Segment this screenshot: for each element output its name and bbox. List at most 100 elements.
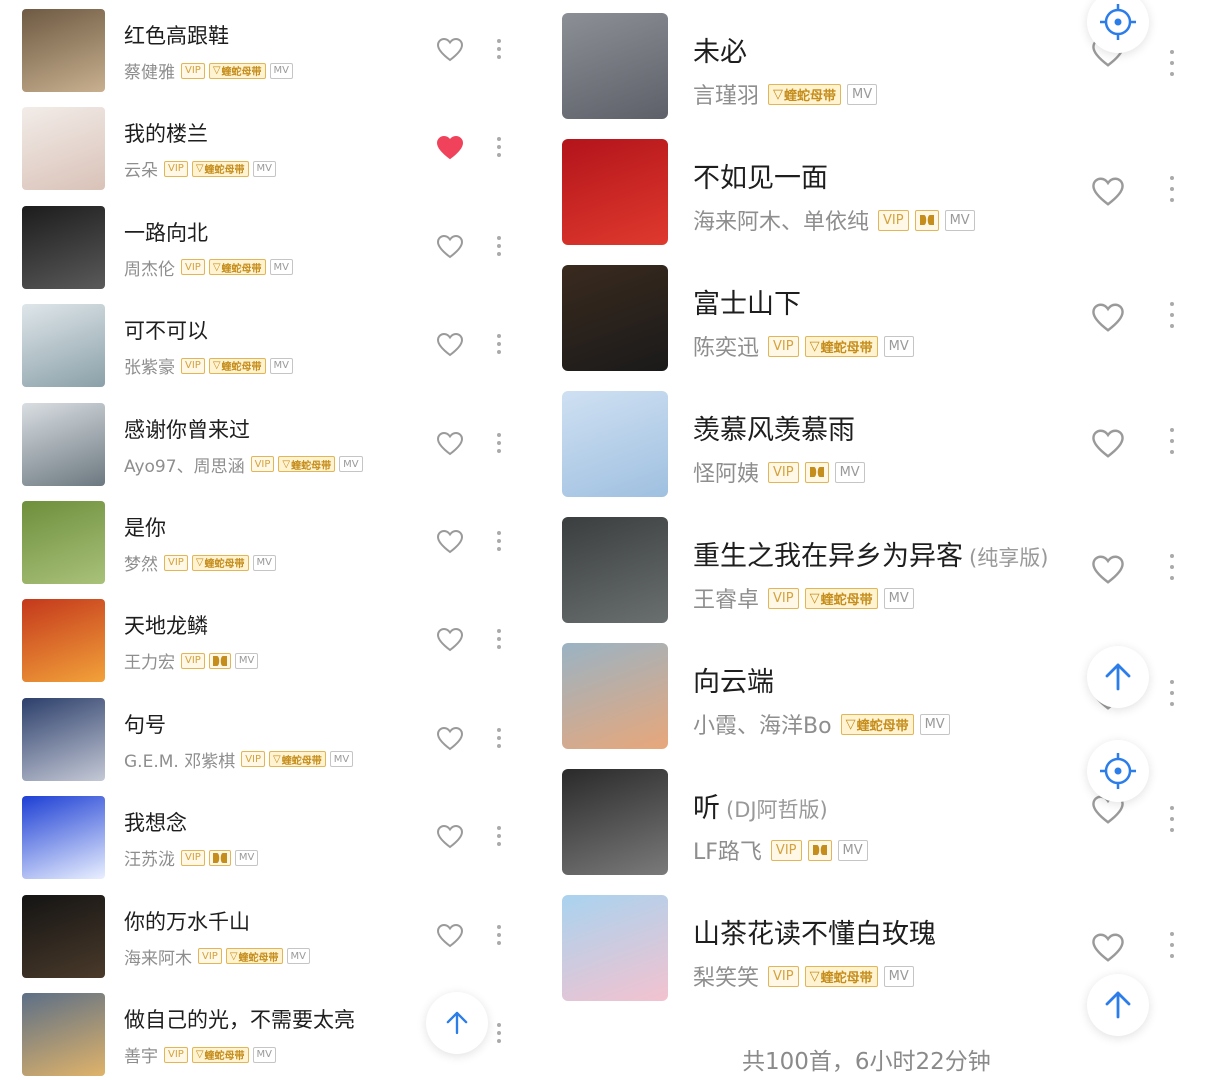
more-options-icon[interactable]: [1170, 932, 1176, 958]
more-options-icon[interactable]: [1170, 554, 1176, 580]
heart-icon[interactable]: [436, 431, 464, 456]
song-meta: 海来阿木 VIP ▽ 蝰蛇母带 MV: [124, 944, 314, 969]
more-options-icon[interactable]: [497, 531, 503, 551]
heart-icon[interactable]: [436, 726, 464, 751]
badge-label: VIP: [773, 464, 794, 480]
heart-icon[interactable]: [436, 529, 464, 554]
song-row[interactable]: 羡慕风羡慕雨 怪阿姨 VIP MV: [548, 378, 1216, 504]
song-meta: 怪阿姨 VIP MV: [693, 456, 871, 488]
song-title-text: 我的楼兰: [124, 122, 208, 147]
song-row[interactable]: 天地龙鳞 王力宏 VIP MV: [0, 590, 530, 688]
scroll-top-button[interactable]: [426, 992, 488, 1054]
viper-icon: ▽: [212, 360, 221, 372]
more-options-icon[interactable]: [497, 924, 503, 945]
song-meta: G.E.M. 邓紫棋 VIP ▽ 蝰蛇母带 MV: [124, 747, 357, 772]
badge-label: 蝰蛇母带: [281, 755, 322, 767]
song-title: 天地龙鳞: [124, 610, 208, 640]
viper-master-badge: ▽ 蝰蛇母带: [191, 1046, 249, 1063]
artist-name: 善宇: [124, 1047, 158, 1067]
vip-badge: VIP: [768, 335, 799, 357]
more-options-icon[interactable]: [1170, 302, 1176, 328]
liked-heart-icon[interactable]: [436, 135, 464, 160]
song-row[interactable]: 句号 G.E.M. 邓紫棋 VIP ▽ 蝰蛇母带 MV: [0, 689, 530, 787]
song-meta: 小霞、海洋Bo ▽ 蝰蛇母带 MV: [693, 708, 956, 740]
version-label: (纯享版): [969, 546, 1049, 570]
vip-badge: VIP: [241, 751, 266, 768]
song-title: 是你: [124, 512, 166, 542]
more-options-icon[interactable]: [497, 1023, 503, 1043]
mv-badge: MV: [269, 357, 293, 374]
scroll-top-button[interactable]: [1087, 646, 1149, 708]
heart-icon[interactable]: [1091, 554, 1125, 585]
heart-icon[interactable]: [1091, 176, 1125, 207]
heart-icon[interactable]: [436, 37, 464, 62]
song-row[interactable]: 红色高跟鞋 蔡健雅 VIP ▽ 蝰蛇母带 MV: [0, 0, 530, 98]
song-row[interactable]: 重生之我在异乡为异客 (纯享版) 王睿卓 VIP ▽ 蝰蛇母带 MV: [548, 504, 1216, 630]
badge-label: MV: [256, 163, 272, 175]
vip-badge: VIP: [181, 357, 205, 374]
song-row[interactable]: 我的楼兰 云朵 VIP ▽ 蝰蛇母带 MV: [0, 98, 530, 196]
mv-badge: MV: [944, 209, 975, 231]
heart-icon[interactable]: [436, 923, 464, 948]
song-row[interactable]: 感谢你曾来过 Ayo97、周思涵 VIP ▽ 蝰蛇母带 MV: [0, 394, 530, 492]
vip-badge: VIP: [198, 948, 222, 965]
heart-icon[interactable]: [1091, 428, 1125, 459]
badge-label: VIP: [202, 950, 218, 962]
song-row[interactable]: 是你 梦然 VIP ▽ 蝰蛇母带 MV: [0, 492, 530, 590]
heart-icon[interactable]: [436, 332, 464, 357]
viper-master-badge: ▽ 蝰蛇母带: [768, 83, 842, 105]
more-options-icon[interactable]: [497, 727, 503, 748]
more-options-icon[interactable]: [1170, 176, 1176, 202]
more-options-icon[interactable]: [497, 432, 503, 453]
song-title-text: 富士山下: [693, 289, 801, 320]
more-options-icon[interactable]: [497, 826, 503, 847]
heart-icon[interactable]: [436, 824, 464, 849]
more-options-icon[interactable]: [1170, 50, 1176, 76]
viper-icon: ▽: [195, 557, 204, 568]
more-options-icon[interactable]: [497, 137, 503, 158]
more-options-icon[interactable]: [497, 235, 503, 256]
vip-badge: VIP: [164, 1046, 188, 1063]
more-options-icon[interactable]: [497, 39, 503, 59]
album-cover: [562, 391, 668, 497]
song-row[interactable]: 不如见一面 海来阿木、单依纯 VIP MV: [548, 126, 1216, 252]
mv-badge: MV: [834, 461, 865, 483]
song-meta: 梨笑笑 VIP ▽ 蝰蛇母带 MV: [693, 960, 920, 992]
artist-name: 怪阿姨: [693, 462, 760, 487]
artist-name: 王力宏: [124, 653, 175, 674]
heart-icon[interactable]: [1091, 302, 1125, 333]
mv-badge: MV: [252, 554, 276, 571]
album-cover: [562, 769, 668, 875]
vip-badge: VIP: [768, 587, 799, 609]
song-title: 不如见一面: [693, 156, 828, 195]
badge-label: 蝰蛇母带: [204, 1051, 245, 1062]
scroll-top-button[interactable]: [1087, 974, 1149, 1036]
song-meta: 梦然 VIP ▽ 蝰蛇母带 MV: [124, 550, 280, 575]
more-options-icon[interactable]: [497, 629, 503, 650]
heart-icon[interactable]: [1091, 932, 1125, 963]
badge-label: 蝰蛇母带: [820, 340, 873, 356]
locate-button[interactable]: [1087, 740, 1149, 802]
more-options-icon[interactable]: [497, 334, 503, 355]
dolby-icon: [804, 461, 829, 483]
song-meta: 蔡健雅 VIP ▽ 蝰蛇母带 MV: [124, 58, 297, 83]
song-title: 句号: [124, 709, 166, 739]
more-options-icon[interactable]: [1170, 680, 1176, 706]
heart-icon[interactable]: [436, 627, 464, 652]
song-row[interactable]: 一路向北 周杰伦 VIP ▽ 蝰蛇母带 MV: [0, 197, 530, 295]
song-row[interactable]: 富士山下 陈奕迅 VIP ▽ 蝰蛇母带 MV: [548, 252, 1216, 378]
song-title: 向云端: [693, 660, 774, 699]
viper-icon: ▽: [809, 968, 820, 984]
viper-icon: ▽: [282, 458, 291, 470]
song-row[interactable]: 我想念 汪苏泷 VIP MV: [0, 787, 530, 885]
heart-icon[interactable]: [436, 234, 464, 259]
more-options-icon[interactable]: [1170, 428, 1176, 454]
more-options-icon[interactable]: [1170, 806, 1176, 832]
song-title: 可不可以: [124, 315, 208, 345]
song-row[interactable]: 你的万水千山海来阿木 VIP ▽ 蝰蛇母带 MV: [0, 886, 530, 984]
song-title-text: 你的万水千山: [124, 909, 250, 934]
mv-badge: MV: [883, 965, 914, 987]
song-title-text: 听: [693, 793, 720, 824]
song-row[interactable]: 可不可以 张紫豪 VIP ▽ 蝰蛇母带 MV: [0, 295, 530, 393]
vip-badge: VIP: [164, 554, 188, 571]
